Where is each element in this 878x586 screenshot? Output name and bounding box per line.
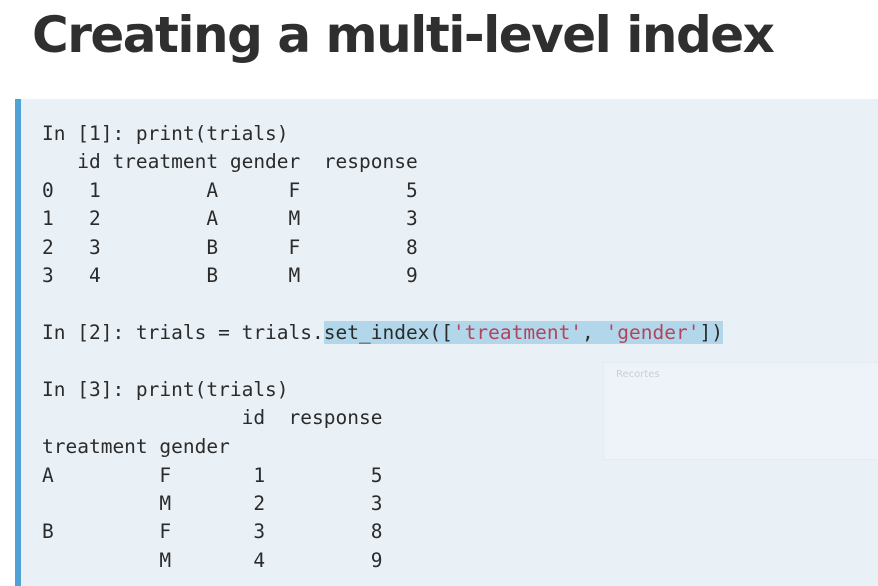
dataframe-1-row: 2 3 B F 8 [42,236,418,259]
input-statement-2: In [2]: trials = trials.set_index(['trea… [42,319,723,347]
input-prompt-3: In [3]: print(trials) [42,378,289,401]
dataframe-2-header-index: treatment gender [42,435,230,458]
input-prompt-1: In [1]: print(trials) [42,122,289,145]
string-literal-treatment: 'treatment' [452,321,583,344]
string-literal-gender: 'gender' [605,321,700,344]
dataframe-1-header: id treatment gender response [42,150,418,173]
dataframe-2-row: B F 3 8 [42,520,383,543]
slide-title: Creating a multi-level index [32,6,775,64]
input-prompt-2: In [2]: trials = trials. [42,321,324,344]
dataframe-2-row: A F 1 5 [42,464,383,487]
call-close: ]) [699,321,723,344]
recortes-overlay: Recortes [603,362,878,460]
recortes-label: Recortes [616,369,660,380]
argument-separator: , [582,321,606,344]
dataframe-2-row: M 2 3 [42,492,383,515]
dataframe-2-row: M 4 9 [42,549,383,572]
code-panel-accent-bar [15,99,21,586]
set-index-call: set_index([ [323,321,453,344]
dataframe-2-header-columns: id response [42,406,383,429]
selected-code: set_index(['treatment', 'gender']) [323,321,723,344]
dataframe-1-row: 1 2 A M 3 [42,207,418,230]
dataframe-1-row: 3 4 B M 9 [42,264,418,287]
dataframe-1-row: 0 1 A F 5 [42,179,418,202]
